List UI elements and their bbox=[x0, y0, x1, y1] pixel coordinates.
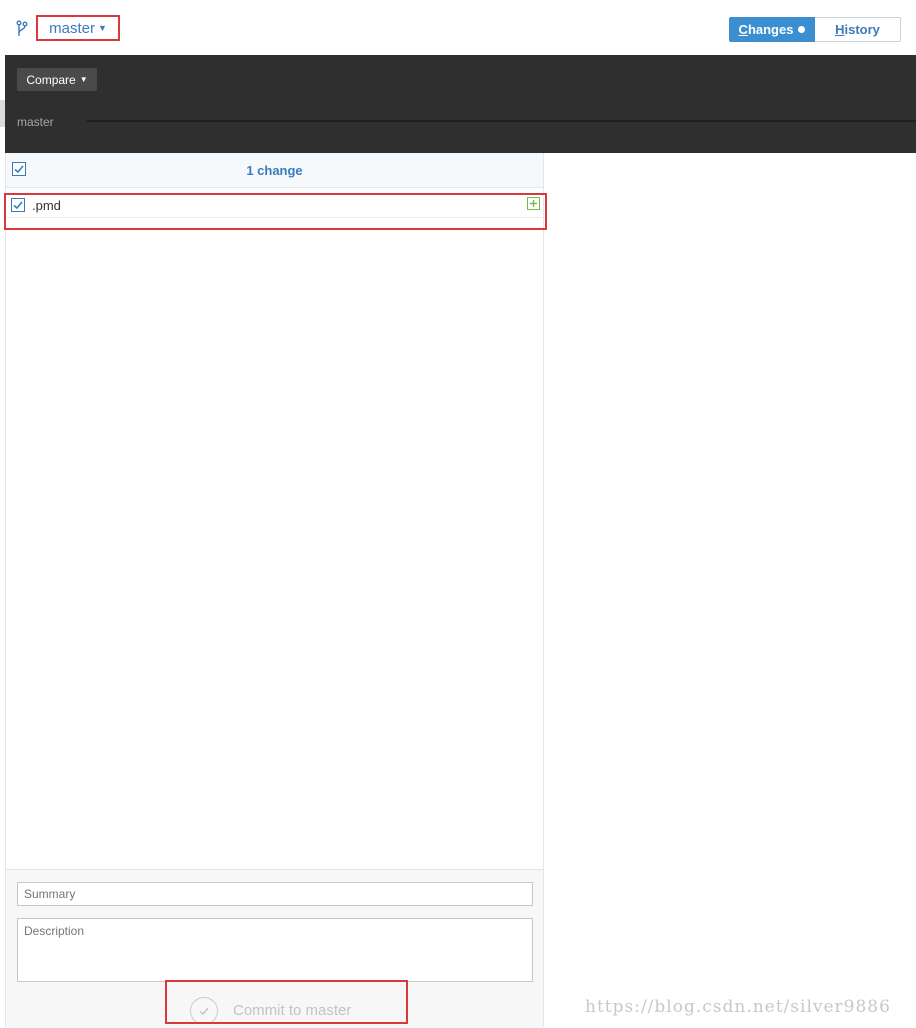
changes-indicator-dot-icon bbox=[798, 26, 806, 33]
timeline-branch-label: master bbox=[17, 115, 54, 129]
commit-check-icon bbox=[190, 997, 218, 1022]
row-divider bbox=[6, 217, 545, 218]
description-input[interactable] bbox=[17, 918, 533, 982]
list-item[interactable]: .pmd bbox=[4, 193, 547, 230]
chevron-down-icon: ▼ bbox=[79, 75, 88, 84]
commit-button-label: Commit to master bbox=[233, 1002, 352, 1019]
file-checkbox[interactable] bbox=[11, 198, 25, 212]
chevron-down-icon: ▼ bbox=[97, 23, 107, 33]
check-icon bbox=[13, 201, 23, 210]
view-toggle: Changes History bbox=[729, 17, 901, 42]
timeline-track[interactable] bbox=[87, 120, 916, 122]
summary-input[interactable] bbox=[17, 882, 533, 906]
tab-changes-hotkey: C bbox=[738, 22, 748, 37]
branch-icon bbox=[16, 20, 28, 36]
branch-name: master bbox=[49, 19, 95, 37]
tab-history[interactable]: History bbox=[815, 17, 901, 42]
compare-label: Compare bbox=[26, 72, 76, 87]
compare-bar: Compare ▼ master bbox=[5, 55, 916, 153]
commit-button[interactable]: Commit to master bbox=[165, 980, 408, 1024]
change-count: 1 change bbox=[246, 163, 303, 178]
commit-form: Commit to master bbox=[6, 869, 543, 1028]
watermark: https://blog.csdn.net/silver9886 bbox=[585, 997, 891, 1017]
changes-header: 1 change bbox=[6, 153, 543, 188]
plus-icon bbox=[527, 197, 540, 210]
tab-history-label: istory bbox=[844, 22, 880, 37]
tab-changes-label: hanges bbox=[747, 22, 794, 37]
app-header: master ▼ Changes History bbox=[0, 0, 916, 55]
tab-history-hotkey: H bbox=[835, 22, 845, 37]
compare-button[interactable]: Compare ▼ bbox=[17, 68, 97, 91]
tab-changes[interactable]: Changes bbox=[729, 17, 815, 42]
branch-selector-button[interactable]: master ▼ bbox=[36, 15, 120, 41]
file-name: .pmd bbox=[32, 198, 61, 213]
changes-panel: 1 change .pmd Commit to master bbox=[4, 153, 547, 1028]
